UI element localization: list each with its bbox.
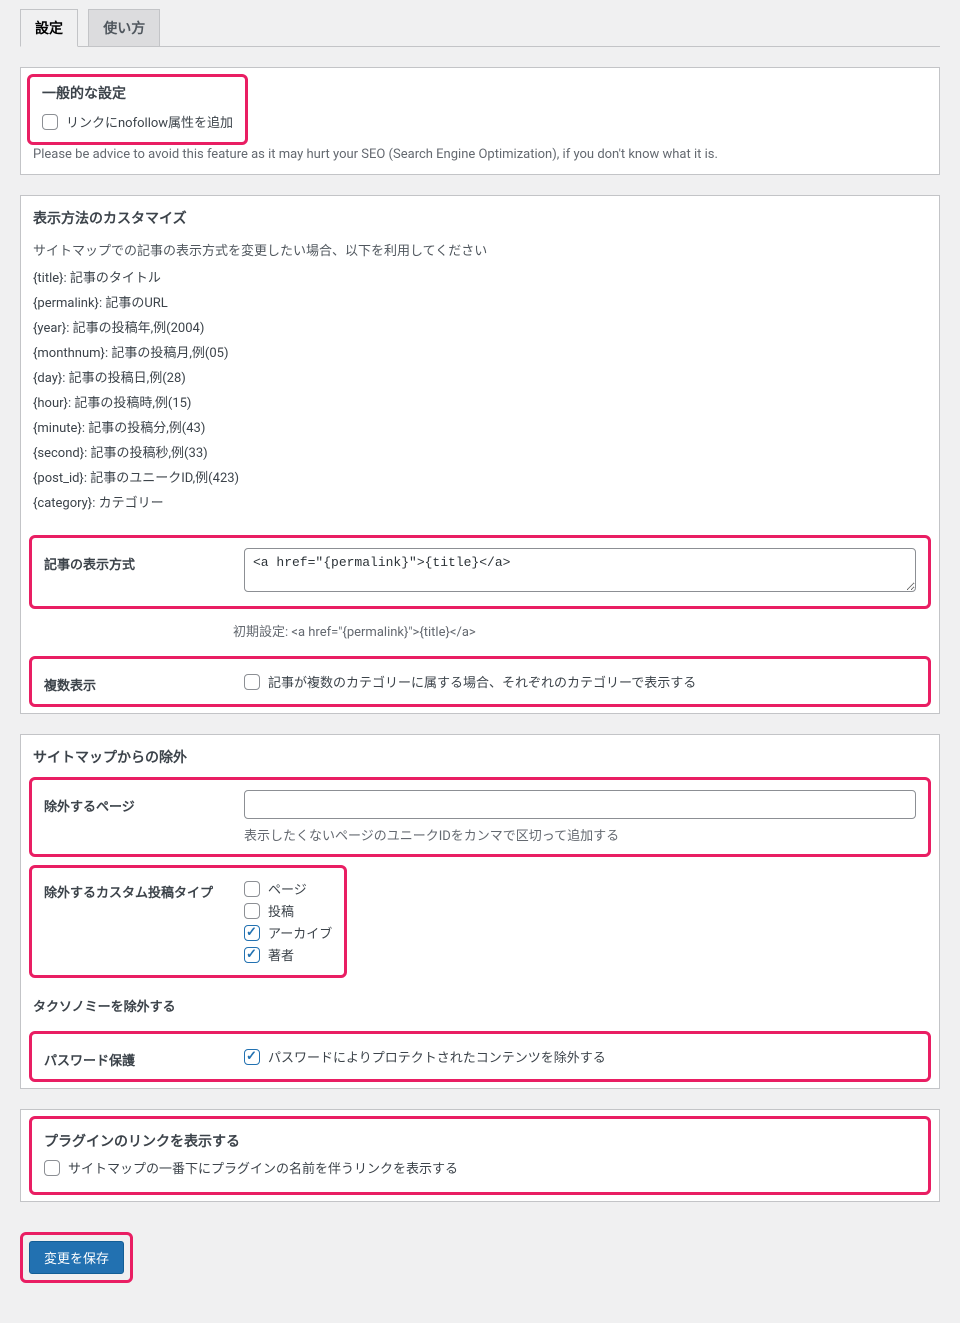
- ph-postid: {post_id}: 記事のユニークID,例(423): [33, 467, 927, 486]
- exclude-box: サイトマップからの除外 除外するページ 表示したくないページのユニークIDをカン…: [20, 734, 940, 1089]
- format-textarea[interactable]: [244, 548, 916, 592]
- exclude-heading: サイトマップからの除外: [21, 735, 939, 771]
- cpt-post-checkbox[interactable]: [244, 903, 260, 919]
- multi-checkbox[interactable]: [244, 674, 260, 690]
- cpt-archive-label: アーカイブ: [268, 923, 332, 942]
- multi-checkbox-label: 記事が複数のカテゴリーに属する場合、それぞれのカテゴリーで表示する: [268, 672, 696, 691]
- exclude-cpt-label: 除外するカスタム投稿タイプ: [44, 876, 244, 901]
- display-customize-box: 表示方法のカスタマイズ サイトマップでの記事の表示方式を変更したい場合、以下を利…: [20, 195, 940, 714]
- pw-checkbox[interactable]: [244, 1049, 260, 1065]
- pw-label: パスワード保護: [44, 1044, 244, 1069]
- display-intro: サイトマップでの記事の表示方式を変更したい場合、以下を利用してください: [33, 240, 927, 259]
- exclude-pages-input[interactable]: [244, 790, 916, 819]
- cpt-page-label: ページ: [268, 879, 307, 898]
- ph-permalink: {permalink}: 記事のURL: [33, 292, 927, 311]
- tab-bar: 設定 使い方: [20, 0, 940, 47]
- cpt-author-label: 著者: [268, 945, 294, 964]
- general-settings-box: 一般的な設定 リンクにnofollow属性を追加 Please be advic…: [20, 67, 940, 175]
- cpt-post-label: 投稿: [268, 901, 294, 920]
- pw-checkbox-label: パスワードによりプロテクトされたコンテンツを除外する: [268, 1047, 606, 1066]
- general-heading: 一般的な設定: [36, 79, 239, 105]
- cpt-archive-checkbox[interactable]: [244, 925, 260, 941]
- nofollow-note: Please be advice to avoid this feature a…: [33, 147, 927, 162]
- ph-category: {category}: カテゴリー: [33, 492, 927, 511]
- ph-hour: {hour}: 記事の投稿時,例(15): [33, 392, 927, 411]
- tab-usage[interactable]: 使い方: [88, 9, 160, 47]
- ph-monthnum: {monthnum}: 記事の投稿月,例(05): [33, 342, 927, 361]
- exclude-pages-note: 表示したくないページのユニークIDをカンマで区切って追加する: [244, 825, 916, 844]
- multi-label: 複数表示: [44, 669, 244, 694]
- exclude-tax-label: タクソノミーを除外する: [33, 990, 233, 1015]
- display-heading: 表示方法のカスタマイズ: [21, 196, 939, 232]
- pluginlink-heading: プラグインのリンクを表示する: [32, 1119, 928, 1155]
- cpt-author-checkbox[interactable]: [244, 947, 260, 963]
- nofollow-checkbox[interactable]: [42, 114, 58, 130]
- ph-day: {day}: 記事の投稿日,例(28): [33, 367, 927, 386]
- ph-title: {title}: 記事のタイトル: [33, 267, 927, 286]
- pluginlink-checkbox[interactable]: [44, 1160, 60, 1176]
- plugin-link-box: プラグインのリンクを表示する サイトマップの一番下にプラグインの名前を伴うリンク…: [20, 1109, 940, 1202]
- pluginlink-checkbox-label: サイトマップの一番下にプラグインの名前を伴うリンクを表示する: [68, 1158, 458, 1177]
- ph-year: {year}: 記事の投稿年,例(2004): [33, 317, 927, 336]
- ph-second: {second}: 記事の投稿秒,例(33): [33, 442, 927, 461]
- exclude-pages-label: 除外するページ: [44, 790, 244, 815]
- nofollow-label: リンクにnofollow属性を追加: [66, 112, 233, 131]
- save-button[interactable]: 変更を保存: [29, 1241, 124, 1274]
- tab-settings[interactable]: 設定: [20, 9, 78, 47]
- format-label: 記事の表示方式: [44, 548, 244, 573]
- submit-highlight: 変更を保存: [20, 1232, 133, 1283]
- cpt-page-checkbox[interactable]: [244, 881, 260, 897]
- format-default-note: 初期設定: <a href="{permalink}">{title}</a>: [233, 621, 927, 640]
- ph-minute: {minute}: 記事の投稿分,例(43): [33, 417, 927, 436]
